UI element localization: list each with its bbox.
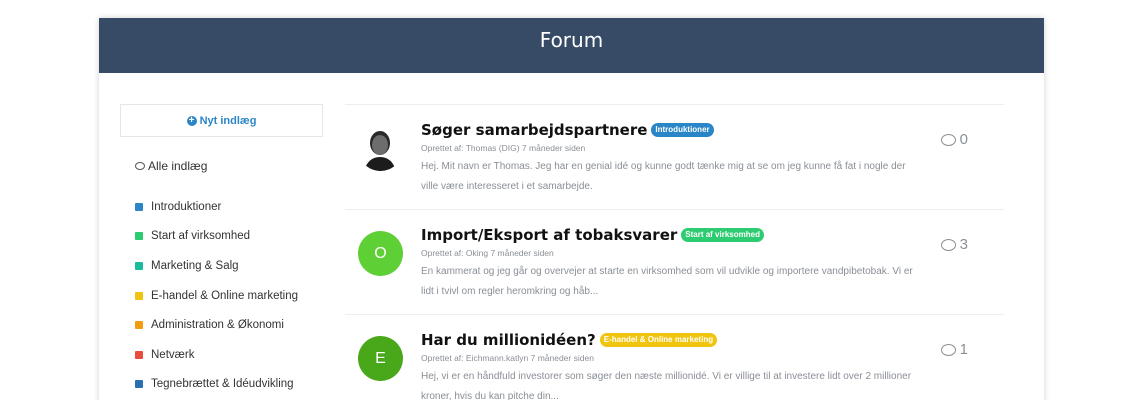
sidebar: + Nyt indlæg Alle indlæg Introduktioner … — [120, 104, 323, 399]
post-content: Søger samarbejdspartnere Introduktioner … — [421, 120, 921, 197]
user-photo-icon — [364, 131, 396, 171]
user-avatar[interactable] — [358, 126, 403, 171]
post-list: Søger samarbejdspartnere Introduktioner … — [345, 104, 1004, 400]
category-label: Start af virksomhed — [151, 230, 251, 243]
post-excerpt: Hej. Mit navn er Thomas. Jeg har en geni… — [421, 161, 906, 192]
category-label: Tegnebrættet & Idéudvikling — [151, 378, 294, 391]
post-excerpt: Hej, vi er en håndfuld investorer som sø… — [421, 371, 912, 400]
post-item[interactable]: O Import/Eksport af tobaksvarer Start af… — [345, 209, 1004, 314]
comment-count[interactable]: 0 — [940, 131, 968, 148]
category-item[interactable]: Tegnebrættet & Idéudvikling — [120, 370, 323, 400]
category-badge[interactable]: Introduktioner — [651, 123, 714, 137]
comment-icon — [940, 238, 956, 251]
post-meta: Oprettet af: Oking 7 måneder siden — [421, 248, 554, 258]
speech-bubble-icon — [135, 162, 145, 170]
comment-icon — [940, 343, 956, 356]
forum-card: Forum + Nyt indlæg Alle indlæg Introdukt… — [99, 18, 1044, 400]
category-color-icon — [135, 232, 143, 241]
category-item[interactable]: Start af virksomhed — [120, 222, 323, 252]
category-item[interactable]: Marketing & Salg — [120, 251, 323, 281]
user-avatar[interactable]: E — [358, 336, 403, 381]
avatar-letter: E — [375, 349, 386, 367]
comment-count-value: 0 — [959, 131, 968, 148]
category-color-icon — [135, 202, 143, 211]
category-item[interactable]: E-handel & Online marketing — [120, 281, 323, 311]
comment-count[interactable]: 1 — [940, 341, 968, 358]
category-label: Administration & Økonomi — [151, 319, 284, 332]
post-title[interactable]: Har du millionidéen? — [421, 331, 596, 349]
post-item[interactable]: Søger samarbejdspartnere Introduktioner … — [345, 104, 1004, 209]
comment-count[interactable]: 3 — [940, 236, 968, 253]
post-meta: Oprettet af: Eichmann.katlyn 7 måneder s… — [421, 353, 594, 363]
post-content: Import/Eksport af tobaksvarer Start af v… — [421, 225, 921, 302]
new-post-button[interactable]: + Nyt indlæg — [120, 104, 323, 137]
comment-icon — [940, 133, 956, 146]
category-label: Marketing & Salg — [151, 259, 239, 272]
category-color-icon — [135, 261, 143, 270]
plus-circle-icon: + — [186, 115, 197, 126]
category-item[interactable]: Netværk — [120, 340, 323, 370]
post-title[interactable]: Import/Eksport af tobaksvarer — [421, 226, 677, 244]
post-item[interactable]: E Har du millionidéen? E-handel & Online… — [345, 314, 1004, 400]
all-posts-label: Alle indlæg — [148, 159, 208, 173]
avatar-letter: O — [374, 244, 387, 262]
category-color-icon — [135, 380, 143, 389]
category-label: E-handel & Online marketing — [151, 289, 299, 302]
page-title: Forum — [539, 28, 604, 52]
forum-header: Forum — [99, 18, 1044, 73]
category-badge[interactable]: E-handel & Online marketing — [599, 333, 718, 347]
post-meta: Oprettet af: Thomas (DIG) 7 måneder side… — [421, 143, 586, 153]
category-label: Netværk — [151, 348, 195, 361]
category-item[interactable]: Administration & Økonomi — [120, 310, 323, 340]
category-color-icon — [135, 291, 143, 300]
comment-count-value: 1 — [959, 341, 968, 358]
post-excerpt: En kammerat og jeg går og overvejer at s… — [421, 266, 913, 297]
category-item[interactable]: Introduktioner — [120, 192, 323, 222]
comment-count-value: 3 — [959, 236, 968, 253]
post-title[interactable]: Søger samarbejdspartnere — [421, 121, 647, 139]
post-content: Har du millionidéen? E-handel & Online m… — [421, 330, 921, 400]
category-list: Introduktioner Start af virksomhed Marke… — [120, 192, 323, 399]
category-label: Introduktioner — [151, 200, 222, 213]
category-color-icon — [135, 321, 143, 330]
new-post-label: Nyt indlæg — [199, 114, 257, 127]
all-posts-link[interactable]: Alle indlæg — [120, 158, 323, 174]
category-color-icon — [135, 350, 143, 359]
category-badge[interactable]: Start af virksomhed — [681, 228, 764, 242]
user-avatar[interactable]: O — [358, 231, 403, 276]
